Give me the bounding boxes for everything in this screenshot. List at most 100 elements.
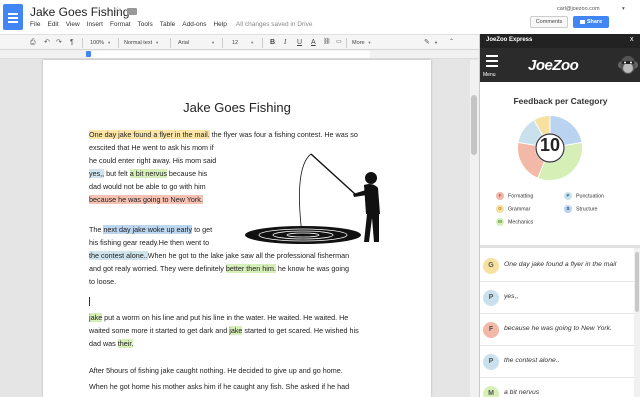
sidebar-scrollbar[interactable] [634,248,640,397]
hamburger-icon-bar [486,60,498,62]
text-run: he know he was going [275,264,349,273]
menu-table[interactable]: Table [160,21,176,28]
chevron-down-icon: ▼ [155,40,160,45]
ruler [0,50,478,59]
paragraph-line: dad would not be able to go with him [89,182,206,191]
highlight-mechanics[interactable]: a bit nervus [129,169,167,178]
paragraph-line: and got realy worried. They were definit… [89,262,349,275]
menu-view[interactable]: View [66,21,80,28]
toolbar-divider [170,38,171,48]
paragraph-line: the contest alone..When he got to the la… [89,249,349,262]
highlight-punctuation[interactable]: yes,, [89,169,105,178]
link-icon[interactable]: ⛓ [323,38,331,47]
menu-insert[interactable]: Insert [87,21,103,28]
menu-bar: File Edit View Insert Format Tools Table… [30,21,312,28]
save-status[interactable]: All changes saved in Drive [236,21,313,28]
user-email[interactable]: carl@joezoo.com [557,6,600,12]
feedback-text: One day jake found a flyer in the mail [504,261,617,268]
legend-formatting[interactable]: F Formatting [496,192,533,200]
legend-badge: G [496,205,504,213]
more-button[interactable]: More ▼ [352,37,372,48]
scrollbar-thumb[interactable] [635,252,639,312]
paint-format-icon[interactable]: ¶ [70,38,74,47]
paragraph-line: When he got home his mother asks him if … [89,382,350,391]
highlight-punctuation[interactable]: the contest alone.. [89,251,148,260]
menu-edit[interactable]: Edit [47,21,58,28]
menu-tools[interactable]: Tools [138,21,153,28]
redo-icon[interactable]: ↷ [56,38,62,47]
font-size-select[interactable]: 12 ▼ [232,37,254,48]
hamburger-icon-bar [486,65,498,67]
docs-logo-icon[interactable] [3,4,23,30]
highlight-mechanics[interactable]: their. [117,339,134,348]
close-icon[interactable]: x [630,36,634,43]
chevron-down-icon: ▼ [367,40,372,45]
text-run: When he got to the lake jake saw all the… [147,251,350,260]
feedback-item[interactable]: P yes,, [480,282,640,314]
feedback-item[interactable]: G One day jake found a flyer in the mail [480,250,640,282]
font-value: Arial [178,40,190,46]
highlight-grammar[interactable]: One day jake found a flyer in the mail. [89,130,210,139]
sidebar-title: JoeZoo Express [486,37,533,43]
style-select[interactable]: Normal text ▼ [124,37,159,48]
menu-label[interactable]: Menu [483,72,496,78]
indent-marker[interactable] [86,51,91,57]
legend-punctuation[interactable]: P Punctuation [564,192,604,200]
highlight-mechanics[interactable]: better then him. [225,264,276,273]
chevron-down-icon[interactable]: ▼ [434,38,438,47]
menu-file[interactable]: File [30,21,40,28]
category-badge: F [483,322,499,338]
print-icon[interactable]: ⎙ [30,38,36,47]
star-icon[interactable]: ☆ [113,5,122,16]
legend-grammar[interactable]: G Grammar [496,205,530,213]
share-button[interactable]: Share [573,16,609,28]
text-run: the flyer was four a fishing contest. He… [209,130,358,139]
chevron-down-icon: ▼ [211,40,215,45]
folder-icon[interactable] [127,8,137,15]
scrollbar-thumb[interactable] [471,95,477,155]
collapse-icon[interactable]: ⌃ [449,38,454,47]
feedback-item[interactable]: M a bit nervus [480,378,640,397]
bold-button[interactable]: B [270,37,275,48]
undo-icon[interactable]: ↶ [44,38,50,47]
highlight-formatting[interactable]: because he was going to New York. [89,195,203,204]
text-color-button[interactable]: A [311,37,316,48]
menu-format[interactable]: Format [110,21,131,28]
feedback-item[interactable]: P the contest alone.. [480,346,640,378]
sidebar-header: JoeZoo Express x [480,34,640,48]
style-value: Normal text [124,40,153,46]
sidebar-nav: Menu JoeZoo [480,48,640,82]
fishing-boy-illustration [245,153,380,244]
highlight-mechanics[interactable]: jake [89,313,103,322]
chevron-down-icon[interactable]: ▾ [622,6,625,12]
paragraph-line: After 5hours of fishing jake caught noth… [89,366,343,375]
paragraph-line: because he was going to New York. [89,193,203,206]
menu-addons[interactable]: Add-ons [182,21,206,28]
paragraph-line: his fishing gear ready.He then went to [89,238,210,247]
comment-icon[interactable]: ▭ [336,38,342,47]
highlight-structure[interactable]: next day jake woke up early [103,225,193,234]
zoom-select[interactable]: 100% ▼ [90,37,111,48]
menu-button[interactable] [485,55,499,73]
paragraph-line: exscited that He went to ask his mom if [89,143,214,152]
comments-button[interactable]: Comments [530,16,568,28]
underline-button[interactable]: U [297,37,302,48]
zoom-value: 100% [90,40,105,46]
italic-button[interactable]: I [284,37,286,48]
font-size-value: 12 [232,40,239,46]
document-scrollbar[interactable] [470,60,478,397]
document-page[interactable]: Jake Goes Fishing One day jake found a f… [43,60,431,397]
menu-help[interactable]: Help [213,21,226,28]
feedback-text: the contest alone.. [504,357,560,364]
font-select[interactable]: Arial ▼ [178,37,215,48]
legend-mechanics[interactable]: M Mechanics [496,218,533,226]
chevron-down-icon: ▼ [107,40,112,45]
paragraph-line: jake put a worm on his line and put his … [89,311,348,324]
legend-badge: F [496,192,504,200]
feedback-item[interactable]: F because he was going to New York. [480,314,640,346]
pencil-icon[interactable]: ✎ [424,38,430,47]
highlight-mechanics[interactable]: jake [229,326,243,335]
legend-label: Punctuation [576,193,604,200]
legend-structure[interactable]: S Structure [564,205,598,213]
feedback-text: a bit nervus [504,389,540,396]
